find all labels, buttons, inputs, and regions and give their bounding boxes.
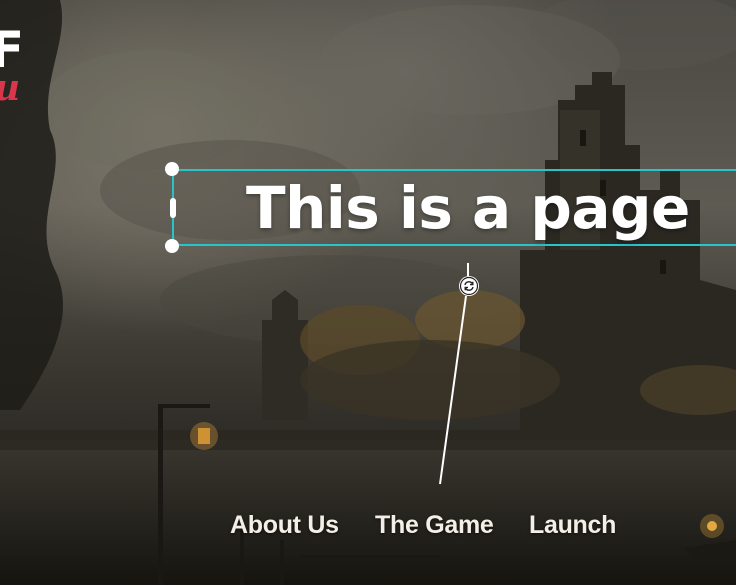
rotate-handle[interactable] — [459, 276, 479, 296]
page-headline[interactable]: This is a page — [246, 170, 690, 246]
nav-link-launch[interactable]: Launch — [529, 505, 616, 545]
resize-handle-top-left[interactable] — [165, 162, 179, 176]
nav-link-about-us[interactable]: About Us — [230, 505, 339, 545]
resize-handle-middle-left[interactable] — [170, 198, 176, 218]
brand-logo[interactable]: F u — [0, 28, 40, 108]
logo-letter-bottom: u — [0, 68, 20, 108]
nav-link-the-game[interactable]: The Game — [375, 505, 494, 545]
page-canvas: F u This is a page About Us The Game Lau… — [0, 0, 736, 585]
resize-handle-bottom-left[interactable] — [165, 239, 179, 253]
castle-background-image — [0, 0, 736, 585]
rotate-icon — [459, 276, 479, 296]
